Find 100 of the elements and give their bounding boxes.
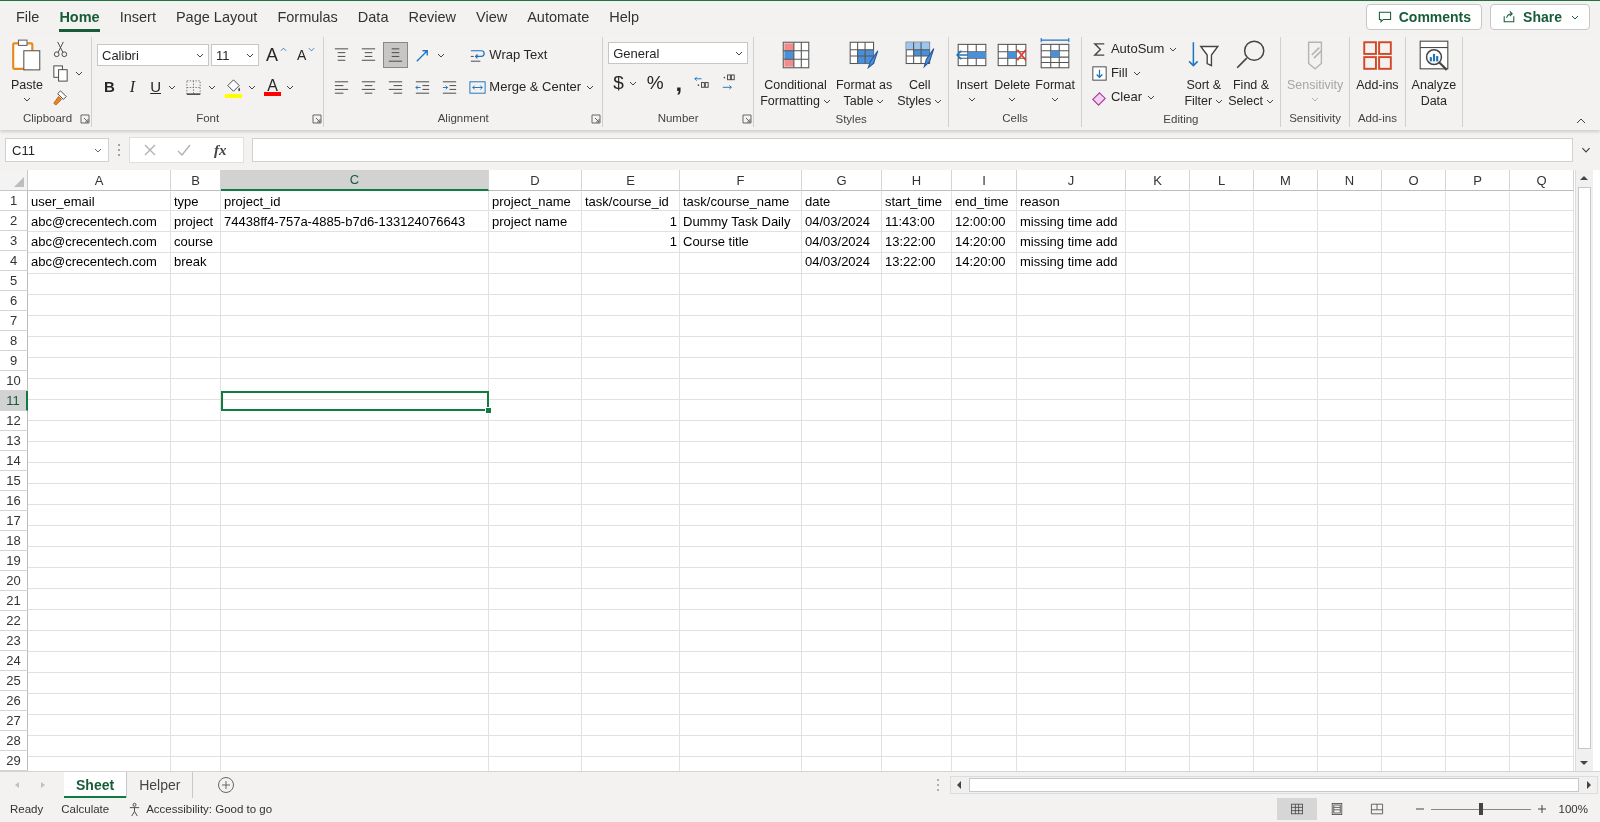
ribbon-tab[interactable]: Data — [347, 2, 399, 32]
column-header[interactable]: H — [882, 170, 952, 191]
sheet-tab[interactable]: Sheet — [64, 772, 128, 798]
column-header[interactable]: G — [802, 170, 882, 191]
row-header[interactable]: 3 — [0, 231, 28, 251]
column-header[interactable]: O — [1382, 170, 1446, 191]
zoom-slider-thumb[interactable] — [1478, 803, 1483, 815]
analyze-button[interactable]: Analyze Data — [1410, 37, 1458, 110]
fill-handle[interactable] — [485, 407, 492, 414]
ribbon-tab[interactable]: Insert — [109, 2, 166, 32]
merge-button[interactable]: Merge & Center — [465, 74, 598, 100]
row-header[interactable]: 24 — [0, 651, 28, 671]
cell-styles-button[interactable]: Cell Styles — [896, 37, 944, 110]
column-header[interactable]: P — [1446, 170, 1510, 191]
column-header[interactable]: M — [1254, 170, 1318, 191]
italic-button[interactable]: I — [121, 74, 142, 100]
align-bottom-button[interactable] — [383, 42, 409, 68]
row-header[interactable]: 11 — [0, 391, 28, 411]
format-as-table-button[interactable]: Format as Table — [834, 37, 894, 110]
dialog-launcher-icon[interactable] — [312, 114, 323, 124]
scrollbar-thumb[interactable] — [1578, 187, 1591, 749]
row-header[interactable]: 23 — [0, 631, 28, 651]
ribbon-tab[interactable]: Automate — [517, 2, 600, 32]
row-header[interactable]: 6 — [0, 291, 28, 311]
sort-filter-button[interactable]: Sort & Filter — [1183, 37, 1225, 110]
autosum-button[interactable]: AutoSum — [1086, 37, 1181, 61]
add-sheet-icon[interactable] — [217, 776, 236, 794]
row-header[interactable]: 14 — [0, 451, 28, 471]
eraser-button[interactable]: Clear — [1086, 85, 1158, 109]
row-header[interactable]: 16 — [0, 491, 28, 511]
column-header[interactable]: N — [1318, 170, 1382, 191]
scrollbar-thumb[interactable] — [969, 778, 1579, 792]
row-header[interactable]: 8 — [0, 331, 28, 351]
column-header[interactable]: I — [952, 170, 1017, 191]
scroll-up-icon[interactable] — [1580, 176, 1588, 180]
fill-down-button[interactable]: Fill — [1086, 61, 1144, 85]
row-header[interactable]: 20 — [0, 571, 28, 591]
column-header[interactable]: B — [171, 170, 221, 191]
row-header[interactable]: 26 — [0, 691, 28, 711]
row-header[interactable]: 9 — [0, 351, 28, 371]
row-header[interactable]: 29 — [0, 751, 28, 771]
column-header[interactable]: A — [28, 170, 171, 191]
row-header[interactable]: 18 — [0, 531, 28, 551]
column-header[interactable]: L — [1190, 170, 1254, 191]
row-header[interactable]: 25 — [0, 671, 28, 691]
wrap-text-button[interactable]: Wrap Text — [465, 42, 551, 68]
column-header[interactable]: K — [1126, 170, 1190, 191]
ribbon-tab[interactable]: Formulas — [267, 2, 348, 32]
row-header[interactable]: 4 — [0, 251, 28, 271]
clipboard-button[interactable]: Paste — [9, 37, 45, 103]
row-header[interactable]: 1 — [0, 191, 28, 211]
zoom-in-icon[interactable] — [1536, 804, 1547, 814]
row-header[interactable]: 22 — [0, 611, 28, 631]
ribbon-tab[interactable]: Review — [398, 2, 466, 32]
ribbon-tab[interactable]: File — [6, 2, 50, 32]
scroll-left-icon[interactable] — [957, 781, 961, 789]
column-header[interactable]: Q — [1510, 170, 1574, 191]
horizontal-scrollbar[interactable] — [950, 776, 1598, 794]
accessibility-status[interactable]: Accessibility: Good to go — [146, 803, 273, 815]
row-header[interactable]: 21 — [0, 591, 28, 611]
ribbon-tab[interactable]: Help — [599, 2, 650, 32]
scroll-down-icon[interactable] — [1580, 761, 1588, 765]
percent-button[interactable]: % — [641, 70, 667, 96]
row-header[interactable]: 7 — [0, 311, 28, 331]
column-header[interactable]: C — [221, 170, 489, 191]
font-name-dropdown[interactable]: Calibri — [97, 44, 209, 66]
add-ins-button[interactable]: Add-ins — [1355, 37, 1400, 94]
delete-cells-button[interactable]: Delete — [993, 37, 1032, 103]
underline-button[interactable]: U — [143, 74, 179, 100]
normal-view-button[interactable] — [1276, 798, 1317, 820]
comma-button[interactable]: , — [668, 70, 688, 96]
dialog-launcher-icon[interactable] — [742, 114, 753, 124]
insert-cells-button[interactable]: Insert — [954, 37, 991, 103]
find-button[interactable]: Find & Select — [1227, 37, 1275, 110]
expand-caret-icon[interactable] — [1581, 147, 1591, 153]
font-grow-button[interactable]: A — [261, 42, 290, 68]
row-header[interactable]: 10 — [0, 371, 28, 391]
row-header[interactable]: 12 — [0, 411, 28, 431]
conditional-formatting-button[interactable]: Conditional Formatting — [759, 37, 832, 110]
vertical-scrollbar[interactable] — [1575, 170, 1593, 771]
column-header[interactable]: E — [582, 170, 680, 191]
font-size-dropdown[interactable]: 11 — [211, 44, 259, 66]
share-button[interactable]: Share — [1490, 4, 1590, 30]
ribbon-tab[interactable]: Page Layout — [165, 2, 268, 32]
comment-button[interactable]: Comments — [1365, 4, 1483, 30]
row-header[interactable]: 15 — [0, 471, 28, 491]
row-header[interactable]: 5 — [0, 271, 28, 291]
row-header[interactable]: 19 — [0, 551, 28, 571]
format-cells-button[interactable]: Format — [1034, 37, 1076, 103]
currency-button[interactable]: $ — [608, 70, 640, 96]
row-header[interactable]: 28 — [0, 731, 28, 751]
column-header[interactable]: F — [680, 170, 802, 191]
scroll-right-icon[interactable] — [1587, 781, 1591, 789]
dialog-launcher-icon[interactable] — [80, 114, 90, 124]
font-shrink-button[interactable]: A — [292, 42, 319, 68]
row-header[interactable]: 13 — [0, 431, 28, 451]
checkmark-icon[interactable] — [176, 142, 192, 158]
insert-function-button[interactable]: fx — [210, 141, 231, 159]
column-header[interactable]: J — [1017, 170, 1126, 191]
ribbon-tab[interactable]: View — [466, 2, 518, 32]
